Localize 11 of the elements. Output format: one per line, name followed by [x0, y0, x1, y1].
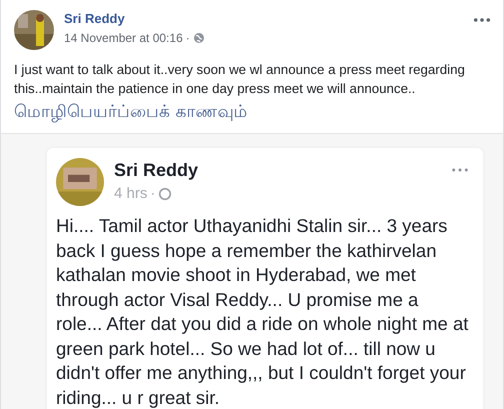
- post-text: I just want to talk about it..very soon we wl announce a press meet regarding this..maintain the patience in one day press meet we will announce..: [14, 61, 466, 98]
- see-translation-link[interactable]: மொழிபெயர்ப்பைக் காணவும்: [14, 102, 248, 123]
- post-timestamp[interactable]: 14 November at 00:16: [64, 31, 183, 45]
- author-name[interactable]: Sri Reddy: [64, 11, 205, 26]
- separator: ·: [186, 31, 190, 45]
- post-text: Hi.... Tamil actor Uthayanidhi Stalin sir... 3 years back I guess hope a remember the kathirvelan kathalan movie shoot in Hyderabad, we met through actor Visal Reddy... U promise me a role... After dat you did a ride on whole night me at green park hotel... So we had lot of... till now u didn't offer me anything,,, but I couldn't forget your riding... u r great sir.: [56, 214, 469, 409]
- post-timestamp: 4 hrs: [114, 185, 148, 202]
- author-name: Sri Reddy: [114, 160, 198, 181]
- separator: ·: [150, 185, 156, 202]
- more-options-icon: [451, 168, 469, 172]
- more-options-icon[interactable]: [473, 18, 491, 22]
